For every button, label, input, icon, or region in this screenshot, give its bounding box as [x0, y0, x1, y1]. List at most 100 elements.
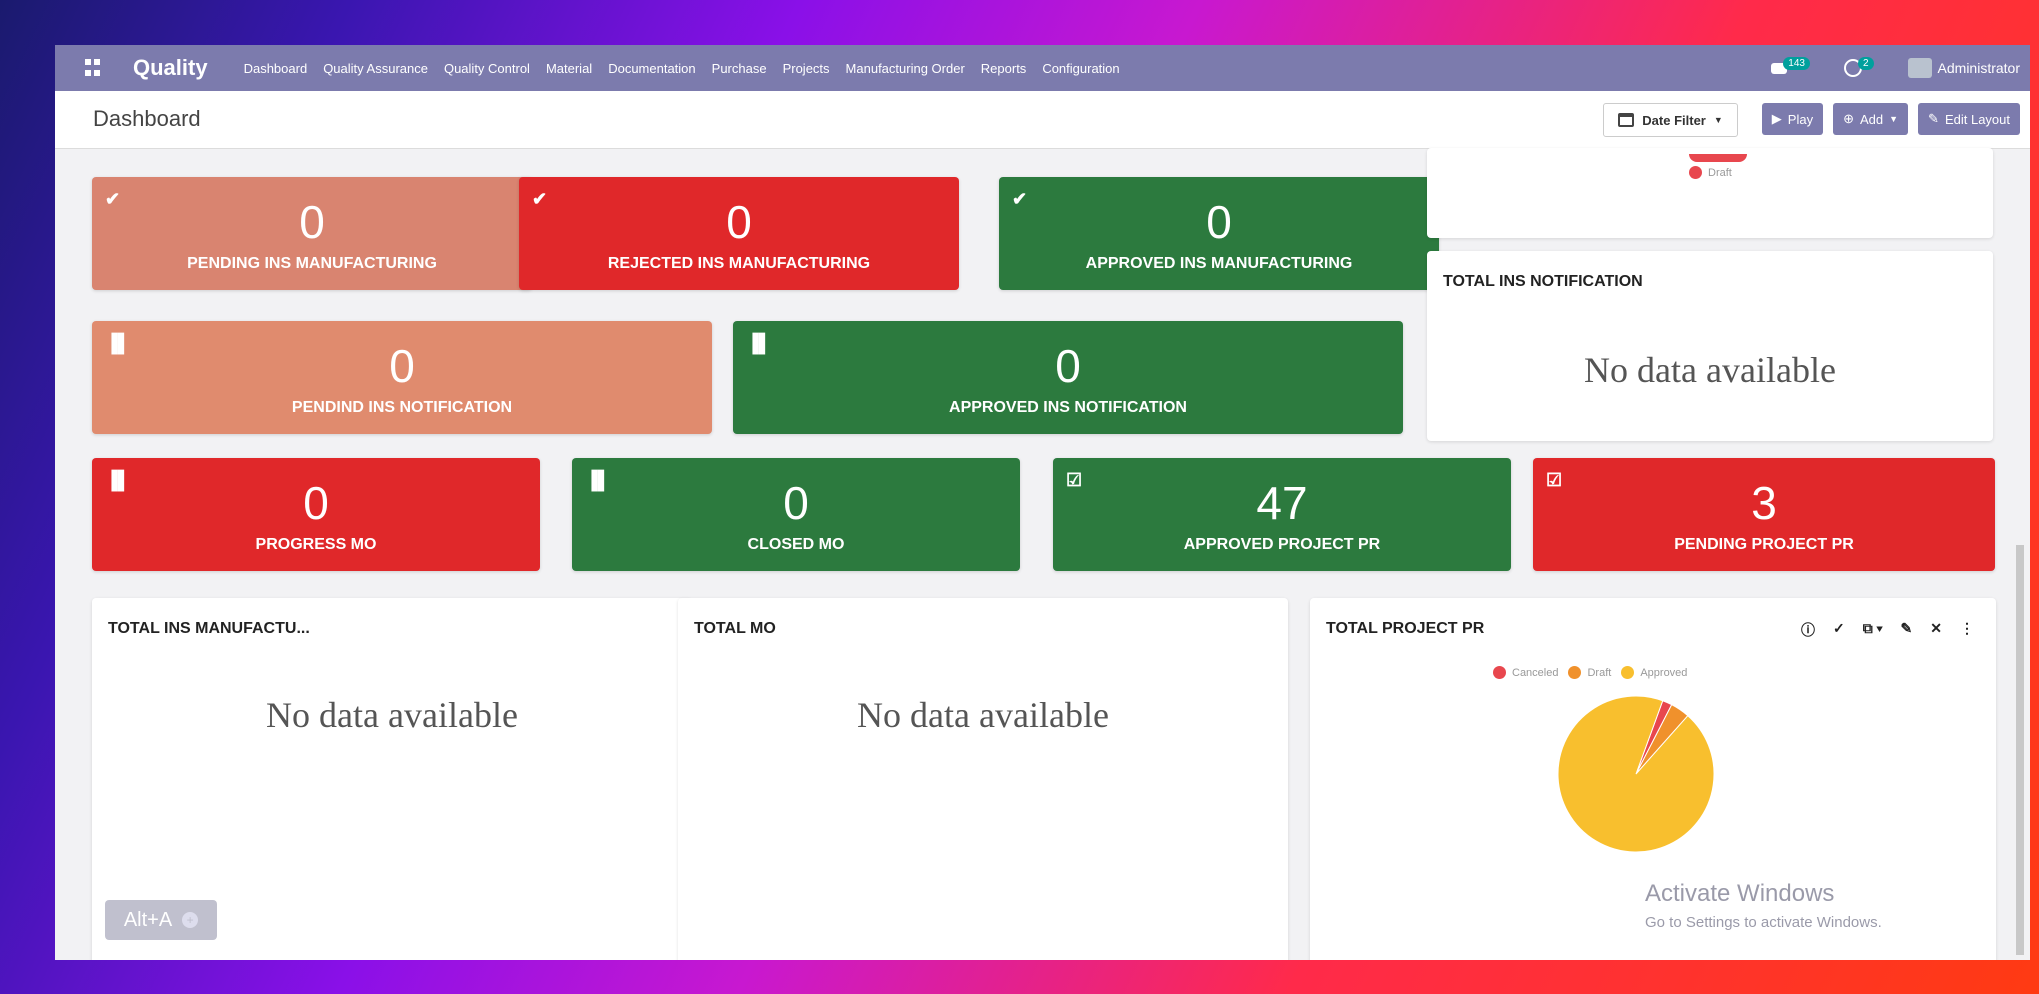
app-window: Quality Dashboard Quality Assurance Qual… — [55, 45, 2030, 960]
user-menu[interactable]: Administrator — [1907, 58, 2020, 78]
date-filter-label: Date Filter — [1642, 112, 1706, 128]
tile-value: 0 — [303, 477, 329, 529]
pencil-icon[interactable]: ✎ — [1901, 620, 1913, 640]
legend-item-draft[interactable]: Draft — [1689, 166, 1732, 179]
shortcut-hint[interactable]: Alt+A + — [105, 900, 217, 940]
tile-pending-project-pr[interactable]: ☑ 3 PENDING PROJECT PR — [1533, 458, 1995, 571]
tile-label: APPROVED INS NOTIFICATION — [949, 399, 1187, 416]
card-title: TOTAL MO — [694, 620, 776, 637]
pie-chart — [1557, 695, 1715, 853]
navbar-systray: 143 2 Administrator — [1771, 45, 2020, 91]
edit-layout-label: Edit Layout — [1944, 111, 2010, 127]
control-panel: Dashboard Date Filter ▼ ▶ Play ⊕ Add ▼ ✎… — [55, 91, 2030, 149]
top-navbar: Quality Dashboard Quality Assurance Qual… — [55, 45, 2030, 91]
calendar-icon — [1618, 113, 1635, 127]
pie-legend: Canceled Draft Approved — [1493, 666, 1687, 679]
legend-label: Draft — [1587, 666, 1612, 679]
legend-item-canceled[interactable]: Canceled — [1493, 666, 1558, 679]
main-menu: Dashboard Quality Assurance Quality Cont… — [244, 61, 1136, 76]
add-button[interactable]: ⊕ Add ▼ — [1833, 103, 1909, 135]
tile-label: PROGRESS MO — [255, 536, 377, 553]
tile-pending-ins-manufacturing[interactable]: ✔ 0 PENDING INS MANUFACTURING — [92, 177, 532, 290]
tile-value: 0 — [783, 477, 809, 529]
menu-documentation[interactable]: Documentation — [608, 61, 695, 76]
tile-approved-ins-notification[interactable]: ▐▌ 0 APPROVED INS NOTIFICATION — [733, 321, 1403, 434]
tile-value: 0 — [1055, 340, 1081, 392]
more-icon[interactable]: ⋮ — [1960, 620, 1974, 640]
page-title: Dashboard — [93, 106, 201, 131]
legend-dot — [1493, 666, 1506, 679]
tile-value: 0 — [299, 196, 325, 248]
pie-slice-fragment — [1689, 154, 1747, 162]
plus-icon: + — [182, 912, 199, 928]
legend-dot — [1689, 166, 1702, 179]
play-label: Play — [1787, 111, 1814, 127]
pencil-icon: ✎ — [1928, 111, 1939, 126]
tile-value: 0 — [1206, 196, 1232, 248]
menu-material[interactable]: Material — [546, 61, 592, 76]
tile-label: APPROVED INS MANUFACTURING — [1085, 255, 1353, 272]
play-icon: ▶ — [1771, 111, 1782, 126]
menu-dashboard[interactable]: Dashboard — [244, 61, 308, 76]
caret-down-icon: ▼ — [1889, 114, 1899, 124]
play-button[interactable]: ▶ Play — [1761, 103, 1824, 135]
tile-pendind-ins-notification[interactable]: ▐▌ 0 PENDIND INS NOTIFICATION — [92, 321, 712, 434]
messages-counter: 143 — [1783, 56, 1810, 70]
copy-icon[interactable]: ⧉ ▾ — [1863, 620, 1883, 640]
legend-label: Draft — [1708, 166, 1732, 179]
caret-down-icon: ▼ — [1713, 115, 1723, 125]
menu-purchase[interactable]: Purchase — [712, 61, 767, 76]
tile-value: 47 — [1256, 477, 1308, 529]
date-filter-button[interactable]: Date Filter ▼ — [1603, 103, 1738, 137]
menu-reports[interactable]: Reports — [981, 61, 1027, 76]
card-title: TOTAL INS NOTIFICATION — [1443, 273, 1643, 290]
pie-slice-approved[interactable] — [1557, 695, 1715, 853]
brush-icon[interactable]: ✓ — [1833, 620, 1845, 640]
tile-label: PENDING INS MANUFACTURING — [187, 255, 437, 272]
tile-label: APPROVED PROJECT PR — [1183, 536, 1381, 553]
apps-menu-icon[interactable] — [85, 59, 103, 77]
total-ins-notification-card: TOTAL INS NOTIFICATION No data available — [1427, 251, 1993, 441]
activation-watermark-subtitle: Go to Settings to activate Windows. — [1645, 914, 1882, 931]
shortcut-label: Alt+A — [123, 908, 173, 931]
tile-label: PENDING PROJECT PR — [1674, 536, 1854, 553]
tile-value: 0 — [389, 340, 415, 392]
partial-chart-card: Draft — [1427, 148, 1993, 238]
scrollbar[interactable] — [2016, 545, 2024, 955]
menu-quality-control[interactable]: Quality Control — [444, 61, 530, 76]
legend-item-draft[interactable]: Draft — [1568, 666, 1611, 679]
tile-approved-ins-manufacturing[interactable]: ✔ 0 APPROVED INS MANUFACTURING — [999, 177, 1439, 290]
brand-title[interactable]: Quality — [133, 55, 208, 81]
messaging-menu[interactable]: 143 — [1771, 56, 1810, 74]
user-name: Administrator — [1937, 60, 2020, 76]
tile-label: REJECTED INS MANUFACTURING — [607, 255, 871, 272]
close-icon[interactable]: ✕ — [1930, 620, 1942, 640]
edit-layout-button[interactable]: ✎ Edit Layout — [1918, 103, 2020, 135]
info-icon[interactable]: ⓘ — [1801, 620, 1815, 640]
tile-value: 0 — [726, 196, 752, 248]
plus-circle-icon: ⊕ — [1843, 111, 1854, 126]
control-buttons: Date Filter ▼ ▶ Play ⊕ Add ▼ ✎ Edit Layo… — [1603, 103, 2020, 137]
legend-label: Canceled — [1512, 666, 1559, 679]
tile-rejected-ins-manufacturing[interactable]: ✔ 0 REJECTED INS MANUFACTURING — [519, 177, 959, 290]
tile-approved-project-pr[interactable]: ☑ 47 APPROVED PROJECT PR — [1053, 458, 1511, 571]
legend-dot — [1568, 666, 1582, 679]
tile-label: CLOSED MO — [747, 536, 845, 553]
activity-menu[interactable]: 2 — [1843, 56, 1874, 77]
menu-configuration[interactable]: Configuration — [1042, 61, 1119, 76]
card-toolbar: ⓘ ✓ ⧉ ▾ ✎ ✕ ⋮ — [1801, 620, 1974, 640]
total-mo-card: TOTAL MO No data available — [678, 598, 1288, 960]
no-data-message: No data available — [857, 695, 1109, 735]
menu-projects[interactable]: Projects — [783, 61, 830, 76]
tile-progress-mo[interactable]: ▐▌ 0 PROGRESS MO — [92, 458, 540, 571]
activity-counter: 2 — [1857, 56, 1874, 70]
menu-manufacturing-order[interactable]: Manufacturing Order — [846, 61, 965, 76]
legend-item-approved[interactable]: Approved — [1621, 666, 1687, 679]
tile-label: PENDIND INS NOTIFICATION — [291, 399, 513, 416]
card-title: TOTAL INS MANUFACTU... — [108, 620, 310, 637]
menu-quality-assurance[interactable]: Quality Assurance — [323, 61, 428, 76]
tile-closed-mo[interactable]: ▐▌ 0 CLOSED MO — [572, 458, 1020, 571]
no-data-message: No data available — [1584, 350, 1836, 390]
no-data-message: No data available — [266, 695, 518, 735]
add-label: Add — [1859, 111, 1884, 127]
